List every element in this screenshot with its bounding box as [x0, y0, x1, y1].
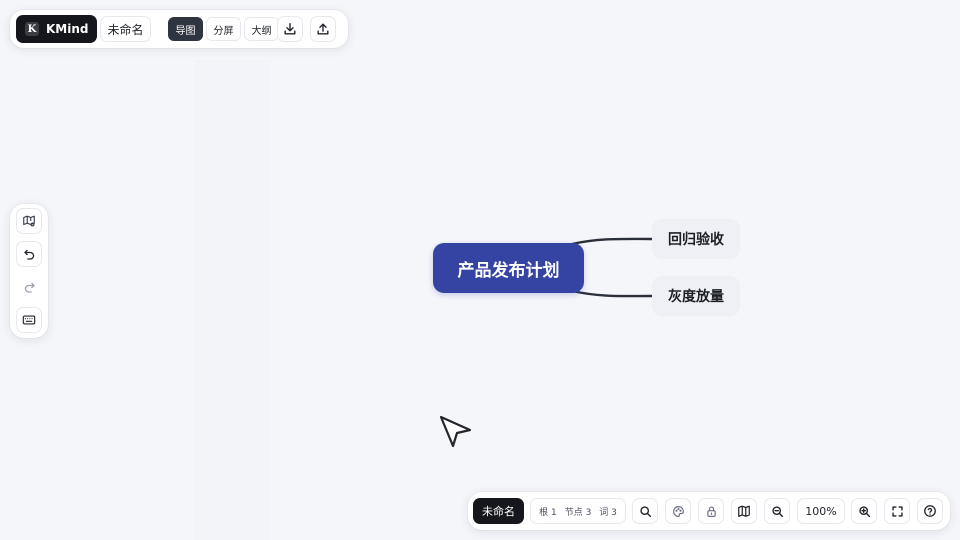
zoom-in-button[interactable] — [851, 498, 877, 524]
map-icon — [738, 505, 750, 517]
zoom-out-button[interactable] — [764, 498, 790, 524]
mouse-cursor-icon — [439, 415, 472, 448]
theme-icon — [672, 505, 684, 517]
document-stats: 根 1 节点 3 词 3 — [530, 498, 626, 524]
document-name-label[interactable]: 未命名 — [473, 498, 524, 524]
child-node-2[interactable]: 灰度放量 — [652, 276, 740, 316]
theme-button[interactable] — [665, 498, 691, 524]
child-node-1[interactable]: 回归验收 — [652, 219, 740, 259]
search-icon — [639, 505, 651, 517]
bottom-toolbar: 未命名 根 1 节点 3 词 3 100% — [468, 492, 950, 530]
root-count: 根 1 — [539, 507, 557, 518]
search-button[interactable] — [632, 498, 658, 524]
zoom-level[interactable]: 100% — [797, 498, 845, 524]
node-count: 节点 3 — [564, 507, 592, 518]
word-count: 词 3 — [599, 507, 617, 518]
zoom-in-icon — [858, 505, 870, 517]
lock-icon — [706, 505, 716, 517]
minimap-button[interactable] — [731, 498, 757, 524]
connector-line-2 — [570, 289, 654, 298]
root-node[interactable]: 产品发布计划 — [433, 243, 584, 293]
help-icon — [924, 505, 936, 517]
lock-button[interactable] — [698, 498, 724, 524]
fullscreen-icon — [891, 505, 903, 517]
zoom-out-icon — [771, 505, 783, 517]
fullscreen-button[interactable] — [884, 498, 910, 524]
connector-line-1 — [570, 237, 654, 246]
help-button[interactable] — [917, 498, 943, 524]
